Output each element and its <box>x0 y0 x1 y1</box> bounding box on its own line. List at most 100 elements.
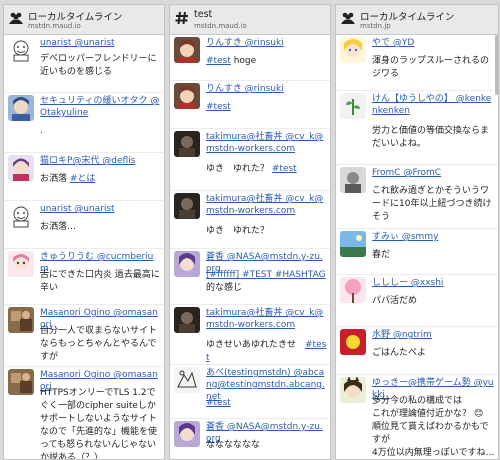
toot[interactable]: takimura@社畜丼 @cv_k@mstdn-workers.com ゆき … <box>170 129 330 191</box>
toot-author[interactable]: やで @YD <box>372 37 495 49</box>
toot-content: ゆき ゆれた？ <box>206 226 270 236</box>
toot[interactable]: やで @YD 渾身のラップスルーされるのジワる <box>336 35 498 91</box>
column-hashtag-test: test mstdn.maud.io りんすき @rinsuki #test h… <box>169 4 331 460</box>
avatar[interactable] <box>8 37 34 63</box>
toot[interactable]: ゆっきー@携帯ゲーム勢 @yukki_ 多分今の私の構成では これが理論値付近か… <box>336 375 498 459</box>
column-title: ローカルタイムライン <box>360 12 455 23</box>
avatar[interactable] <box>340 37 366 63</box>
toot-author[interactable]: セキュリティの緩いオタク @Otakyuline <box>40 95 161 119</box>
toot-author[interactable]: FromC @FromC <box>372 167 495 179</box>
avatar[interactable] <box>340 231 366 257</box>
toot-author[interactable]: 猫ロキP@宋代 @deflis <box>40 155 161 167</box>
toot[interactable]: けん【ゆうしやの】 @kenkenkenken 労力と価値の等価交換ならまだいい… <box>336 91 498 165</box>
toot-author[interactable]: けん【ゆうしやの】 @kenkenkenken <box>372 93 495 117</box>
toot[interactable]: Masanori Ogino @omasanori 自分一人で収まらないサイトな… <box>4 305 164 367</box>
toot-author[interactable]: すみぃ @smmy <box>372 231 495 243</box>
toot[interactable]: 蒼香 @NASA@mstdn.y-zu.org なななななな <box>170 419 330 459</box>
toot-content: #test <box>206 397 327 410</box>
column-local-timeline-maud: ローカルタイムライン mstdn.maud.io unarist @unaris… <box>3 4 165 460</box>
avatar[interactable] <box>8 307 34 333</box>
toot[interactable]: あべ(testingmstdn) @abcang@testingmstdn.ab… <box>170 365 330 419</box>
toot[interactable]: すみぃ @smmy 春だ <box>336 229 498 275</box>
hashtag-link[interactable]: #test <box>272 164 297 174</box>
hashtag-link[interactable]: #とは <box>70 174 96 184</box>
avatar[interactable] <box>8 203 34 229</box>
toot-author[interactable]: takimura@社畜丼 @cv_k@mstdn-workers.com <box>206 307 327 331</box>
toot-author[interactable]: りんすき @rinsuki <box>206 37 327 49</box>
avatar[interactable] <box>174 421 200 447</box>
avatar[interactable] <box>174 37 200 63</box>
toot[interactable]: 蒼香 @NASA@mstdn.y-zu.org [#ffffff] #TEST … <box>170 249 330 305</box>
avatar[interactable] <box>8 251 34 277</box>
avatar[interactable] <box>8 369 34 395</box>
avatar[interactable] <box>174 367 200 393</box>
column-title: test <box>194 9 213 20</box>
toot-content: #test hoge <box>206 56 257 66</box>
avatar[interactable] <box>174 83 200 109</box>
toot-content: 多分今の私の構成では これが理論値付近かな？ 😊 順位見て貰えばわかるかもですが… <box>372 396 495 458</box>
toot-content: 労力と価値の等価交換ならまだいいよね。 <box>372 126 490 149</box>
avatar[interactable] <box>174 307 200 333</box>
toot-content: . <box>40 126 43 136</box>
toot-content: これ飲み過ぎとかそういうワードに10年以上紐づつき続けそう <box>372 186 492 222</box>
avatar[interactable] <box>8 155 34 181</box>
toot[interactable]: Masanori Ogino @omasanori HTTPSオンリーでTLS … <box>4 367 164 459</box>
toot-content: 渾身のラップスルーされるのジワる <box>372 56 490 79</box>
toot-author[interactable]: takimura@社畜丼 @cv_k@mstdn-workers.com <box>206 193 327 217</box>
avatar[interactable] <box>340 277 366 303</box>
avatar[interactable] <box>174 251 200 277</box>
hashtag-link[interactable]: #test <box>206 102 231 112</box>
toot-list[interactable]: りんすき @rinsuki #test hoge りんすき @rinsuki #… <box>170 35 330 459</box>
toot-list[interactable]: やで @YD 渾身のラップスルーされるのジワる けん【ゆうしやの】 @kenke… <box>336 35 498 459</box>
toot-content: ゆき ゆれた？ #test <box>206 164 297 174</box>
toot-content: お洒落… <box>40 222 77 232</box>
toot-content: ゆきせいあゆれたきせ #test <box>206 340 327 363</box>
toot-content: #test <box>206 101 327 114</box>
toot-content: なななななな <box>206 440 261 450</box>
toot-author[interactable]: unarist @unarist <box>40 203 161 215</box>
column-server: mstdn.jp <box>360 22 391 30</box>
avatar[interactable] <box>340 167 366 193</box>
scrollbar[interactable] <box>495 35 498 95</box>
avatar[interactable] <box>340 377 366 403</box>
toot[interactable]: りんすき @rinsuki #test <box>170 81 330 129</box>
toot[interactable]: FromC @FromC これ飲み過ぎとかそういうワードに10年以上紐づつき続け… <box>336 165 498 229</box>
toot[interactable]: takimura@社畜丼 @cv_k@mstdn-workers.com ゆきせ… <box>170 305 330 365</box>
avatar[interactable] <box>174 131 200 157</box>
toot-author[interactable]: りんすき @rinsuki <box>206 83 327 95</box>
toot-content: パパ活だめ <box>372 296 418 306</box>
toot[interactable]: unarist @unarist デベロッパーフレンドリーに近いものを感じる <box>4 35 164 93</box>
column-header[interactable]: ローカルタイムライン mstdn.maud.io <box>4 5 164 35</box>
avatar[interactable] <box>174 193 200 219</box>
column-header[interactable]: ローカルタイムライン mstdn.jp <box>336 5 498 35</box>
column-title: ローカルタイムライン <box>28 12 123 23</box>
column-server: mstdn.maud.io <box>194 22 247 30</box>
hashtag-link[interactable]: [#ffffff] #TEST #HASHTAG <box>206 270 326 280</box>
toot-list[interactable]: unarist @unarist デベロッパーフレンドリーに近いものを感じる セ… <box>4 35 164 459</box>
column-server: mstdn.maud.io <box>28 22 81 30</box>
toot[interactable]: takimura@社畜丼 @cv_k@mstdn-workers.com ゆき … <box>170 191 330 249</box>
toot-author[interactable]: takimura@社畜丼 @cv_k@mstdn-workers.com <box>206 131 327 155</box>
avatar[interactable] <box>340 93 366 119</box>
toot-content: デベロッパーフレンドリーに近いものを感じる <box>40 54 157 77</box>
toot-author[interactable]: しししー @xxshi <box>372 277 495 289</box>
people-icon <box>9 12 23 24</box>
toot[interactable]: しししー @xxshi パパ活だめ <box>336 275 498 327</box>
people-icon <box>341 12 355 24</box>
toot-content: お洒落 #とは <box>40 174 96 184</box>
toot-author[interactable]: unarist @unarist <box>40 37 161 49</box>
toot-content: [#ffffff] #TEST #HASHTAG 的な感じ <box>206 270 326 293</box>
toot[interactable]: きゅうりうむ @cucmberium 舌にできた口内炎 過去最高に辛い <box>4 249 164 305</box>
toot[interactable]: セキュリティの緩いオタク @Otakyuline . <box>4 93 164 153</box>
toot[interactable]: りんすき @rinsuki #test hoge <box>170 35 330 81</box>
toot-author[interactable]: 水野 @ngtrim <box>372 329 495 341</box>
hashtag-link[interactable]: #test <box>206 56 231 66</box>
toot[interactable]: 猫ロキP@宋代 @deflis お洒落 #とは <box>4 153 164 201</box>
column-header[interactable]: test mstdn.maud.io <box>170 5 330 35</box>
avatar[interactable] <box>340 329 366 355</box>
hashtag-link[interactable]: #test <box>206 398 231 408</box>
toot[interactable]: unarist @unarist お洒落… <box>4 201 164 249</box>
toot[interactable]: 水野 @ngtrim ごはんたべよ <box>336 327 498 375</box>
toot-content: 自分一人で収まらないサイトならもっとちゃんとやるんですが <box>40 326 158 362</box>
avatar[interactable] <box>8 95 34 121</box>
